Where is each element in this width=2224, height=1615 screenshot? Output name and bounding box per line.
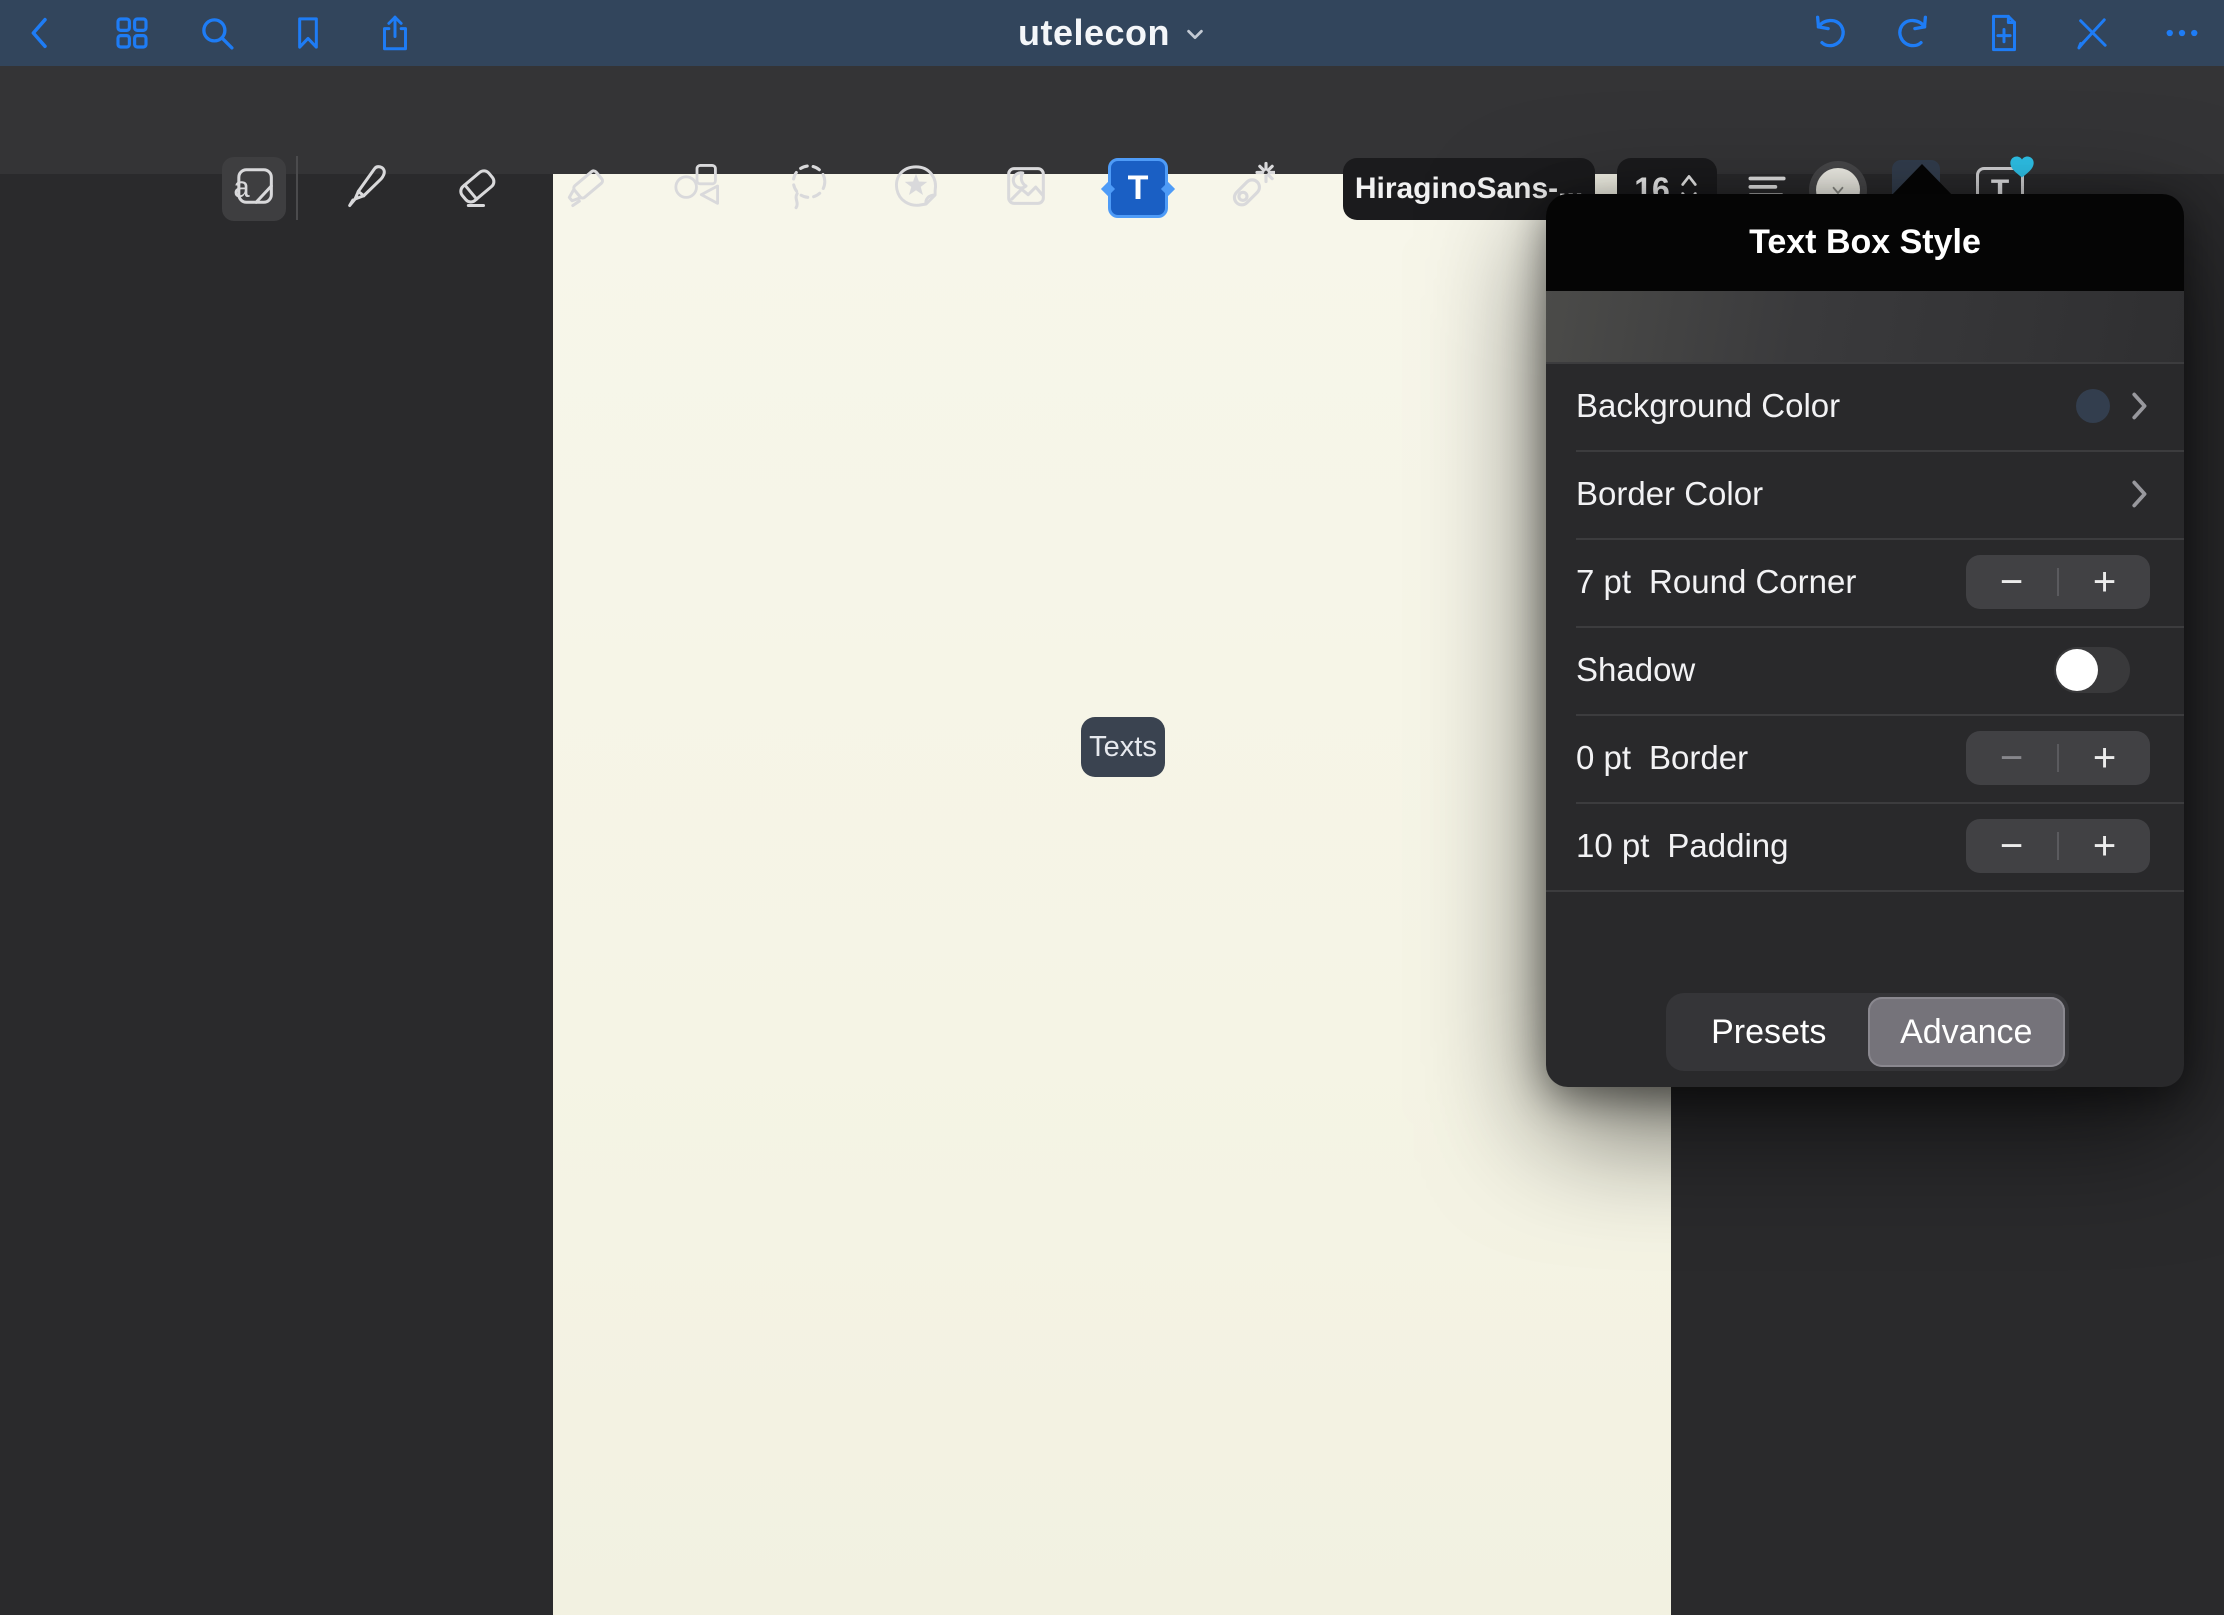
pen-tool[interactable] bbox=[341, 160, 393, 212]
shadow-label: Shadow bbox=[1576, 651, 1695, 689]
pen-icon bbox=[341, 160, 393, 212]
sticker-tool[interactable] bbox=[890, 160, 942, 212]
lasso-tool[interactable] bbox=[782, 160, 834, 212]
bookmark-icon bbox=[288, 13, 328, 53]
undo-icon bbox=[1808, 12, 1850, 54]
round-corner-row: 7 pt Round Corner − + bbox=[1546, 538, 2184, 626]
round-corner-label: Round Corner bbox=[1649, 563, 1856, 601]
border-width-plus-button[interactable]: + bbox=[2059, 731, 2150, 785]
padding-label: Padding bbox=[1667, 827, 1788, 865]
bookmark-button[interactable] bbox=[286, 11, 330, 55]
highlighter-tool[interactable] bbox=[562, 160, 614, 212]
laser-pointer-tool[interactable] bbox=[1222, 160, 1274, 212]
shapes-icon bbox=[671, 160, 723, 212]
popup-callout-arrow bbox=[1889, 164, 1955, 198]
canvas-text-box[interactable]: Texts bbox=[1081, 717, 1165, 777]
chevron-right-icon bbox=[2130, 391, 2150, 421]
background-color-swatch bbox=[2076, 389, 2110, 423]
add-page-icon bbox=[1983, 12, 2025, 54]
tab-presets[interactable]: Presets bbox=[1670, 997, 1868, 1067]
sticker-icon bbox=[889, 159, 943, 213]
image-icon bbox=[1000, 160, 1052, 212]
tab-advance[interactable]: Advance bbox=[1868, 997, 2066, 1067]
border-color-label: Border Color bbox=[1576, 475, 1763, 513]
redo-icon bbox=[1893, 12, 1935, 54]
chevron-right-icon bbox=[2130, 479, 2150, 509]
text-tool-icon: T bbox=[1128, 169, 1149, 208]
popup-header: Text Box Style bbox=[1546, 194, 2184, 291]
redo-button[interactable] bbox=[1892, 11, 1936, 55]
back-button[interactable] bbox=[18, 11, 62, 55]
search-button[interactable] bbox=[195, 11, 239, 55]
svg-text:a: a bbox=[233, 172, 250, 204]
canvas-text-box-label: Texts bbox=[1089, 731, 1157, 764]
round-corner-stepper: − + bbox=[1966, 555, 2150, 609]
popup-title: Text Box Style bbox=[1749, 223, 1981, 262]
round-corner-value: 7 pt bbox=[1576, 563, 1631, 601]
border-width-stepper: − + bbox=[1966, 731, 2150, 785]
text-mode-icon: a bbox=[228, 160, 280, 212]
padding-plus-button[interactable]: + bbox=[2059, 819, 2150, 873]
share-icon bbox=[374, 12, 416, 54]
style-preview-band bbox=[1546, 291, 2184, 362]
toggle-knob bbox=[2056, 649, 2098, 691]
border-width-label: Border bbox=[1649, 739, 1748, 777]
style-settings-list: Background Color Border Color 7 pt Round… bbox=[1546, 362, 2184, 890]
padding-row: 10 pt Padding − + bbox=[1546, 802, 2184, 890]
border-width-value: 0 pt bbox=[1576, 739, 1631, 777]
round-corner-plus-button[interactable]: + bbox=[2059, 555, 2150, 609]
text-mode-tool[interactable]: a bbox=[228, 160, 280, 212]
page-canvas[interactable]: Texts bbox=[553, 174, 1671, 1615]
app-window: Texts utelecon bbox=[0, 0, 2224, 1615]
more-button[interactable] bbox=[2160, 11, 2204, 55]
padding-stepper: − + bbox=[1966, 819, 2150, 873]
round-corner-minus-button[interactable]: − bbox=[1966, 555, 2057, 609]
shadow-row: Shadow bbox=[1546, 626, 2184, 714]
document-title-button[interactable]: utelecon bbox=[962, 0, 1262, 66]
shapes-tool[interactable] bbox=[671, 160, 723, 212]
pages-grid-icon bbox=[111, 12, 153, 54]
back-icon bbox=[20, 13, 60, 53]
undo-button[interactable] bbox=[1807, 11, 1851, 55]
disable-editing-button[interactable] bbox=[2070, 11, 2114, 55]
lasso-icon bbox=[782, 160, 834, 212]
pages-grid-button[interactable] bbox=[110, 11, 154, 55]
text-tool-selected[interactable]: T bbox=[1108, 158, 1168, 218]
border-width-row: 0 pt Border − + bbox=[1546, 714, 2184, 802]
search-icon bbox=[196, 12, 238, 54]
border-width-minus-button[interactable]: − bbox=[1966, 731, 2057, 785]
laser-pointer-icon bbox=[1221, 159, 1275, 213]
share-button[interactable] bbox=[373, 11, 417, 55]
navbar: utelecon bbox=[0, 0, 2224, 66]
disable-editing-icon bbox=[2071, 12, 2113, 54]
padding-value: 10 pt bbox=[1576, 827, 1649, 865]
padding-minus-button[interactable]: − bbox=[1966, 819, 2057, 873]
shadow-toggle-off[interactable] bbox=[2054, 647, 2130, 693]
toolbar: a T Hirag bbox=[0, 66, 2224, 174]
image-tool[interactable] bbox=[1000, 160, 1052, 212]
favorite-heart-badge-icon bbox=[2008, 153, 2036, 186]
mode-segmented-control: Presets Advance bbox=[1666, 993, 2069, 1071]
document-title: utelecon bbox=[1018, 12, 1170, 54]
add-page-button[interactable] bbox=[1982, 11, 2026, 55]
background-color-label: Background Color bbox=[1576, 387, 1840, 425]
background-color-row[interactable]: Background Color bbox=[1546, 362, 2184, 450]
more-icon bbox=[2161, 12, 2203, 54]
toolbar-divider bbox=[296, 156, 298, 220]
rows-end-divider bbox=[1546, 890, 2184, 892]
text-box-style-popup: Text Box Style Background Color Border C… bbox=[1546, 194, 2184, 1087]
title-chevron-down-icon bbox=[1184, 23, 1206, 50]
highlighter-icon bbox=[562, 160, 614, 212]
eraser-icon bbox=[451, 160, 503, 212]
border-color-row[interactable]: Border Color bbox=[1546, 450, 2184, 538]
eraser-tool[interactable] bbox=[451, 160, 503, 212]
